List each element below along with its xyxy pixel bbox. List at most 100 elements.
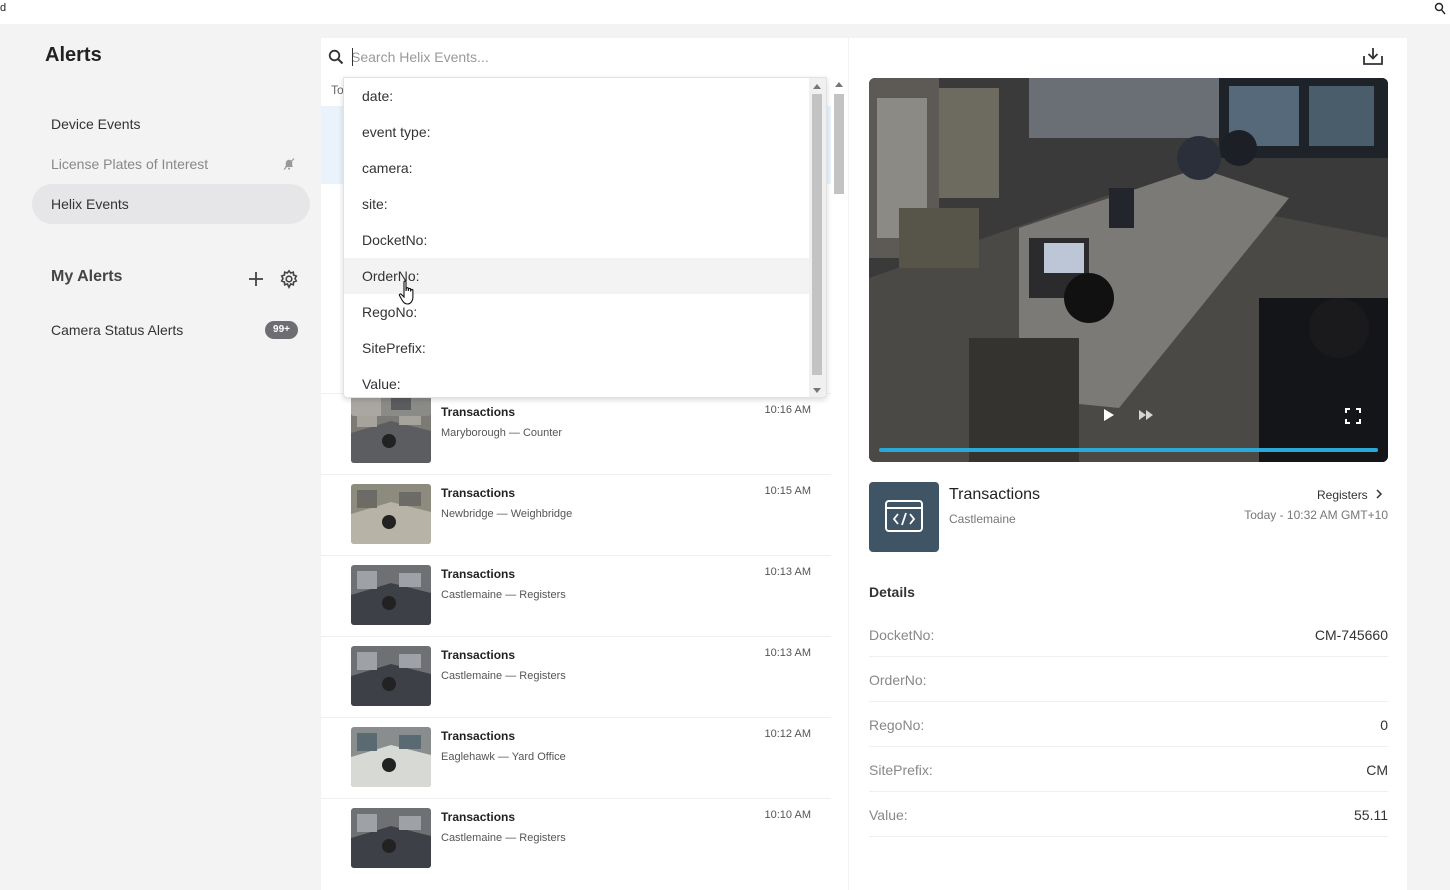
suggestion-item[interactable]: SitePrefix: — [344, 330, 810, 366]
suggestion-item[interactable]: date: — [344, 78, 810, 114]
search-suggestions-dropdown: date: event type: camera: site: DocketNo: Ord… — [343, 77, 827, 398]
event-site: Castlemaine — [441, 670, 503, 682]
list-scrollbar[interactable] — [831, 80, 847, 890]
detail-row: DocketNo: CM-745660 — [869, 612, 1388, 657]
event-list-item[interactable]: Transactions Newbridge — Weighbridge 10:15… — [321, 474, 831, 555]
event-separator: — — [502, 832, 520, 844]
event-thumbnail — [351, 484, 431, 544]
detail-row: Value: 55.11 — [869, 792, 1388, 837]
sidebar-item-camera-status-alerts[interactable]: Camera Status Alerts 99+ — [32, 310, 310, 350]
event-location: Newbridge — Weighbridge — [441, 508, 572, 520]
event-thumbnail — [351, 565, 431, 625]
sidebar-item-label: Camera Status Alerts — [51, 322, 184, 338]
event-camera: Registers — [519, 832, 566, 844]
detail-event-datetime: Today - 10:32 AM GMT+10 — [1244, 508, 1388, 522]
video-player[interactable] — [869, 78, 1388, 462]
plus-icon[interactable] — [246, 269, 266, 289]
corner-search-icon[interactable] — [1434, 2, 1446, 16]
fast-forward-icon[interactable] — [1138, 409, 1154, 421]
gear-icon[interactable] — [279, 269, 299, 289]
video-frame — [869, 78, 1388, 462]
event-list-item[interactable]: Transactions Castlemaine — Registers 10:13… — [321, 555, 831, 636]
details-heading: Details — [869, 584, 915, 600]
sidebar-item-device-events[interactable]: Device Events — [32, 104, 310, 144]
scroll-up-arrow[interactable] — [813, 84, 821, 89]
event-detail-panel: Transactions Castlemaine Registers Today… — [849, 38, 1407, 890]
detail-key: Value: — [869, 807, 908, 823]
detail-value: CM-745660 — [1314, 627, 1388, 643]
suggestion-item[interactable]: DocketNo: — [344, 222, 810, 258]
video-progress-bar[interactable] — [879, 448, 1378, 452]
suggestion-item[interactable]: site: — [344, 186, 810, 222]
detail-event-site: Castlemaine — [949, 512, 1016, 526]
detail-event-title: Transactions — [949, 486, 1040, 503]
scroll-down-arrow[interactable] — [813, 388, 821, 393]
window-mark: d — [0, 2, 7, 14]
sidebar-item-helix-events[interactable]: Helix Events — [32, 184, 310, 224]
sidebar: Alerts Device Events License Plates of I… — [0, 24, 320, 890]
suggestion-item[interactable]: event type: — [344, 114, 810, 150]
my-alerts-heading: My Alerts — [51, 268, 123, 285]
sidebar-item-label: Device Events — [51, 116, 141, 132]
event-type-icon — [869, 482, 939, 552]
event-thumbnail — [351, 646, 431, 706]
count-badge: 99+ — [265, 321, 298, 339]
event-list-item[interactable]: Transactions Eaglehawk — Yard Office 10:12… — [321, 717, 831, 798]
event-location: Castlemaine — Registers — [441, 832, 566, 844]
video-progress-fill — [879, 448, 1378, 452]
event-title: Transactions — [441, 810, 516, 824]
play-icon[interactable] — [1101, 408, 1115, 422]
suggestion-item[interactable]: Value: — [344, 366, 810, 397]
scroll-up-arrow[interactable] — [835, 82, 843, 87]
event-time: 10:13 AM — [764, 566, 811, 578]
event-separator: — — [505, 427, 523, 439]
detail-key: OrderNo: — [869, 672, 927, 688]
text-caret — [352, 48, 353, 66]
event-camera: Weighbridge — [510, 508, 573, 520]
event-title: Transactions — [441, 486, 516, 500]
detail-value: 0 — [1380, 717, 1388, 733]
event-location: Castlemaine — Registers — [441, 670, 566, 682]
sidebar-item-label: License Plates of Interest — [51, 156, 209, 172]
event-site: Castlemaine — [441, 832, 503, 844]
fullscreen-icon[interactable] — [1345, 408, 1361, 424]
event-site: Maryborough — [441, 427, 506, 439]
chevron-right-icon[interactable] — [1375, 489, 1383, 499]
scrollbar-thumb[interactable] — [834, 94, 844, 194]
scrollbar-thumb[interactable] — [812, 94, 822, 375]
event-time: 10:13 AM — [764, 647, 811, 659]
camera-link[interactable]: Registers — [1317, 488, 1368, 502]
detail-row: SitePrefix: CM — [869, 747, 1388, 792]
event-location: Eaglehawk — Yard Office — [441, 751, 566, 763]
detail-key: RegoNo: — [869, 717, 925, 733]
download-icon[interactable] — [1362, 46, 1384, 66]
event-time: 10:10 AM — [764, 809, 811, 821]
dropdown-scrollbar[interactable] — [809, 78, 826, 397]
event-location: Castlemaine — Registers — [441, 589, 566, 601]
detail-value: 55.11 — [1354, 807, 1388, 823]
event-camera: Registers — [519, 589, 566, 601]
search-input[interactable] — [351, 45, 831, 69]
event-title: Transactions — [441, 567, 516, 581]
event-title: Transactions — [441, 405, 516, 419]
sidebar-item-license-plates[interactable]: License Plates of Interest — [32, 144, 310, 184]
search-bar — [321, 38, 848, 76]
event-site: Newbridge — [441, 508, 494, 520]
suggestion-item[interactable]: camera: — [344, 150, 810, 186]
search-icon — [328, 49, 344, 65]
event-site: Eaglehawk — [441, 751, 495, 763]
detail-row: RegoNo: 0 — [869, 702, 1388, 747]
event-title: Transactions — [441, 648, 516, 662]
sidebar-item-label: Helix Events — [51, 196, 129, 212]
event-list-item[interactable]: Transactions Castlemaine — Registers 10:10… — [321, 798, 831, 879]
event-camera: Counter — [522, 427, 563, 439]
sidebar-title: Alerts — [45, 44, 102, 66]
detail-value: CM — [1366, 762, 1388, 778]
code-window-icon — [885, 500, 923, 532]
event-separator: — — [493, 508, 511, 520]
event-site: Castlemaine — [441, 589, 503, 601]
event-location: Maryborough — Counter — [441, 427, 562, 439]
detail-row: OrderNo: — [869, 657, 1388, 702]
event-list-item[interactable]: Transactions Castlemaine — Registers 10:13… — [321, 636, 831, 717]
bell-off-icon — [283, 158, 295, 170]
